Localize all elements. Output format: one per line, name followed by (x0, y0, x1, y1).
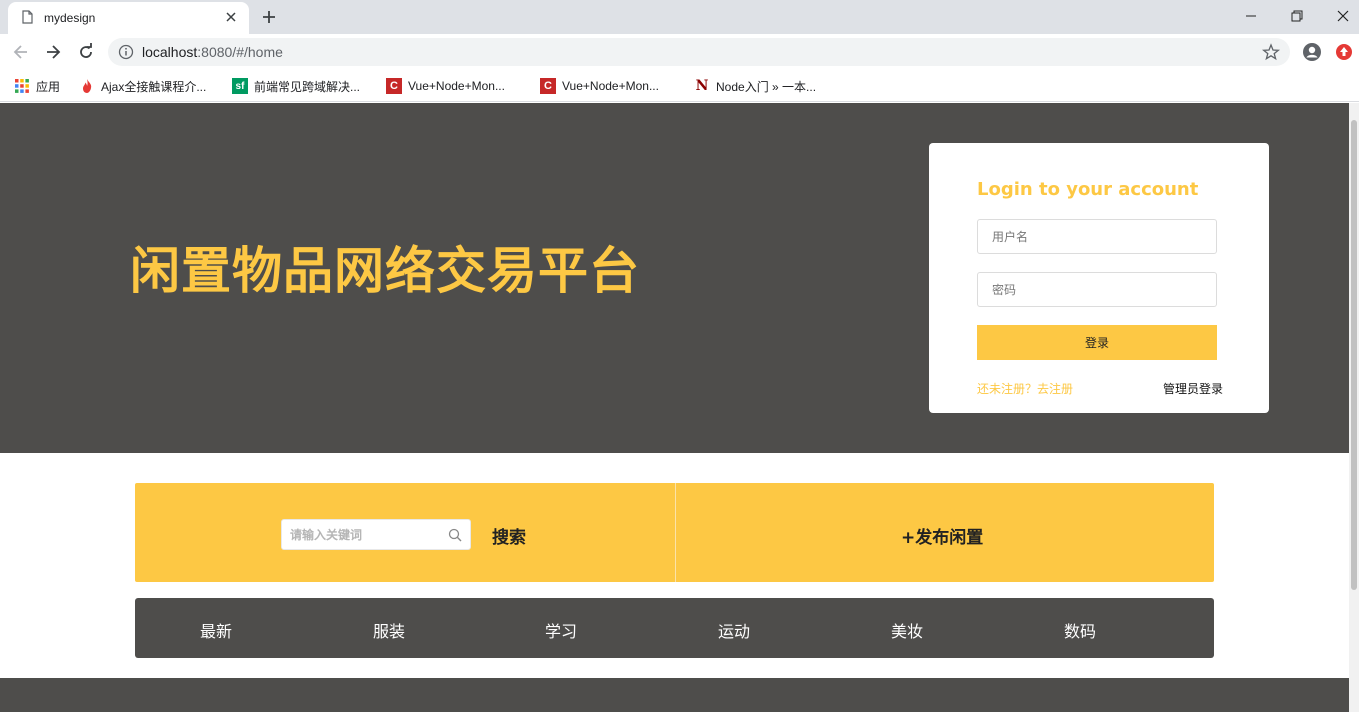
category-sports[interactable]: 运动 (718, 618, 750, 642)
bookmark-label: Vue+Node+Mon... (562, 79, 659, 93)
close-window-icon[interactable] (1333, 6, 1353, 26)
document-icon (22, 10, 33, 24)
action-divider (675, 483, 676, 582)
reload-icon[interactable] (76, 42, 96, 62)
bookmark-apps[interactable]: 应用 (14, 76, 60, 96)
bookmark-label: 前端常见跨域解决... (254, 79, 361, 94)
extension-icon[interactable] (1335, 43, 1353, 61)
bookmark-label: Vue+Node+Mon... (408, 79, 505, 93)
password-input[interactable] (977, 272, 1217, 307)
forward-arrow-icon[interactable] (43, 42, 63, 62)
bookmarks-bar: 应用 Ajax全接触课程介... sf 前端常见跨域解决... C Vue+No… (0, 70, 1359, 102)
category-study[interactable]: 学习 (545, 618, 577, 642)
new-tab-icon[interactable] (260, 8, 278, 26)
category-nav: 最新 服装 学习 运动 美妆 数码 (135, 598, 1214, 658)
bookmark-vue-node-2[interactable]: C Vue+Node+Mon... (540, 76, 659, 96)
category-beauty[interactable]: 美妆 (891, 618, 923, 642)
address-bar[interactable]: localhost:8080/#/home (108, 38, 1290, 66)
scrollbar-thumb[interactable] (1351, 120, 1357, 590)
search-box[interactable] (281, 519, 471, 550)
action-bar: 搜索 +发布闲置 (135, 483, 1214, 582)
n-icon: N (695, 78, 709, 94)
bookmark-ajax[interactable]: Ajax全接触课程介... (79, 76, 206, 96)
bookmark-label: 应用 (36, 79, 61, 94)
url-host: localhost (142, 44, 198, 60)
username-input[interactable] (977, 219, 1217, 254)
bookmark-node-intro[interactable]: N Node入门 » 一本... (694, 76, 816, 96)
info-icon[interactable] (118, 44, 134, 60)
category-latest[interactable]: 最新 (200, 618, 232, 642)
login-heading: Login to your account (977, 179, 1199, 200)
flame-icon (83, 79, 92, 93)
category-clothing[interactable]: 服装 (373, 618, 405, 642)
bookmark-star-icon[interactable] (1262, 43, 1280, 61)
url-path: :8080/#/home (197, 44, 283, 60)
search-button[interactable]: 搜索 (492, 523, 526, 548)
c-icon: C (540, 78, 556, 94)
back-arrow-icon[interactable] (11, 42, 31, 62)
close-tab-icon[interactable] (223, 9, 239, 25)
footer-strip (0, 678, 1349, 712)
search-input[interactable] (282, 520, 442, 549)
browser-tab[interactable]: mydesign (8, 2, 249, 34)
page-viewport: 闲置物品网络交易平台 Login to your account 登录 还未注册… (0, 103, 1349, 712)
apps-grid-icon (15, 79, 29, 93)
browser-tabstrip: mydesign (0, 0, 1359, 34)
login-card: Login to your account 登录 还未注册？去注册 管理员登录 (929, 143, 1269, 413)
c-icon: C (386, 78, 402, 94)
bookmark-label: Node入门 » 一本... (716, 79, 817, 94)
profile-avatar-icon[interactable] (1302, 42, 1322, 62)
category-digital[interactable]: 数码 (1064, 618, 1096, 642)
login-button[interactable]: 登录 (977, 325, 1217, 360)
bookmark-cors[interactable]: sf 前端常见跨域解决... (232, 76, 360, 96)
admin-login-link[interactable]: 管理员登录 (1163, 380, 1223, 397)
tab-title: mydesign (44, 11, 96, 25)
sf-icon: sf (232, 78, 248, 94)
browser-toolbar: localhost:8080/#/home (0, 34, 1359, 70)
register-link[interactable]: 还未注册？去注册 (977, 380, 1073, 397)
site-title: 闲置物品网络交易平台 (130, 242, 640, 300)
restore-icon[interactable] (1287, 6, 1307, 26)
publish-item-button[interactable]: +发布闲置 (901, 523, 983, 548)
bookmark-vue-node-1[interactable]: C Vue+Node+Mon... (386, 76, 505, 96)
url-text: localhost:8080/#/home (142, 44, 283, 60)
hero-banner: 闲置物品网络交易平台 Login to your account 登录 还未注册… (0, 103, 1349, 453)
search-icon[interactable] (448, 528, 462, 542)
minimize-icon[interactable] (1241, 6, 1261, 26)
bookmark-label: Ajax全接触课程介... (101, 79, 207, 94)
